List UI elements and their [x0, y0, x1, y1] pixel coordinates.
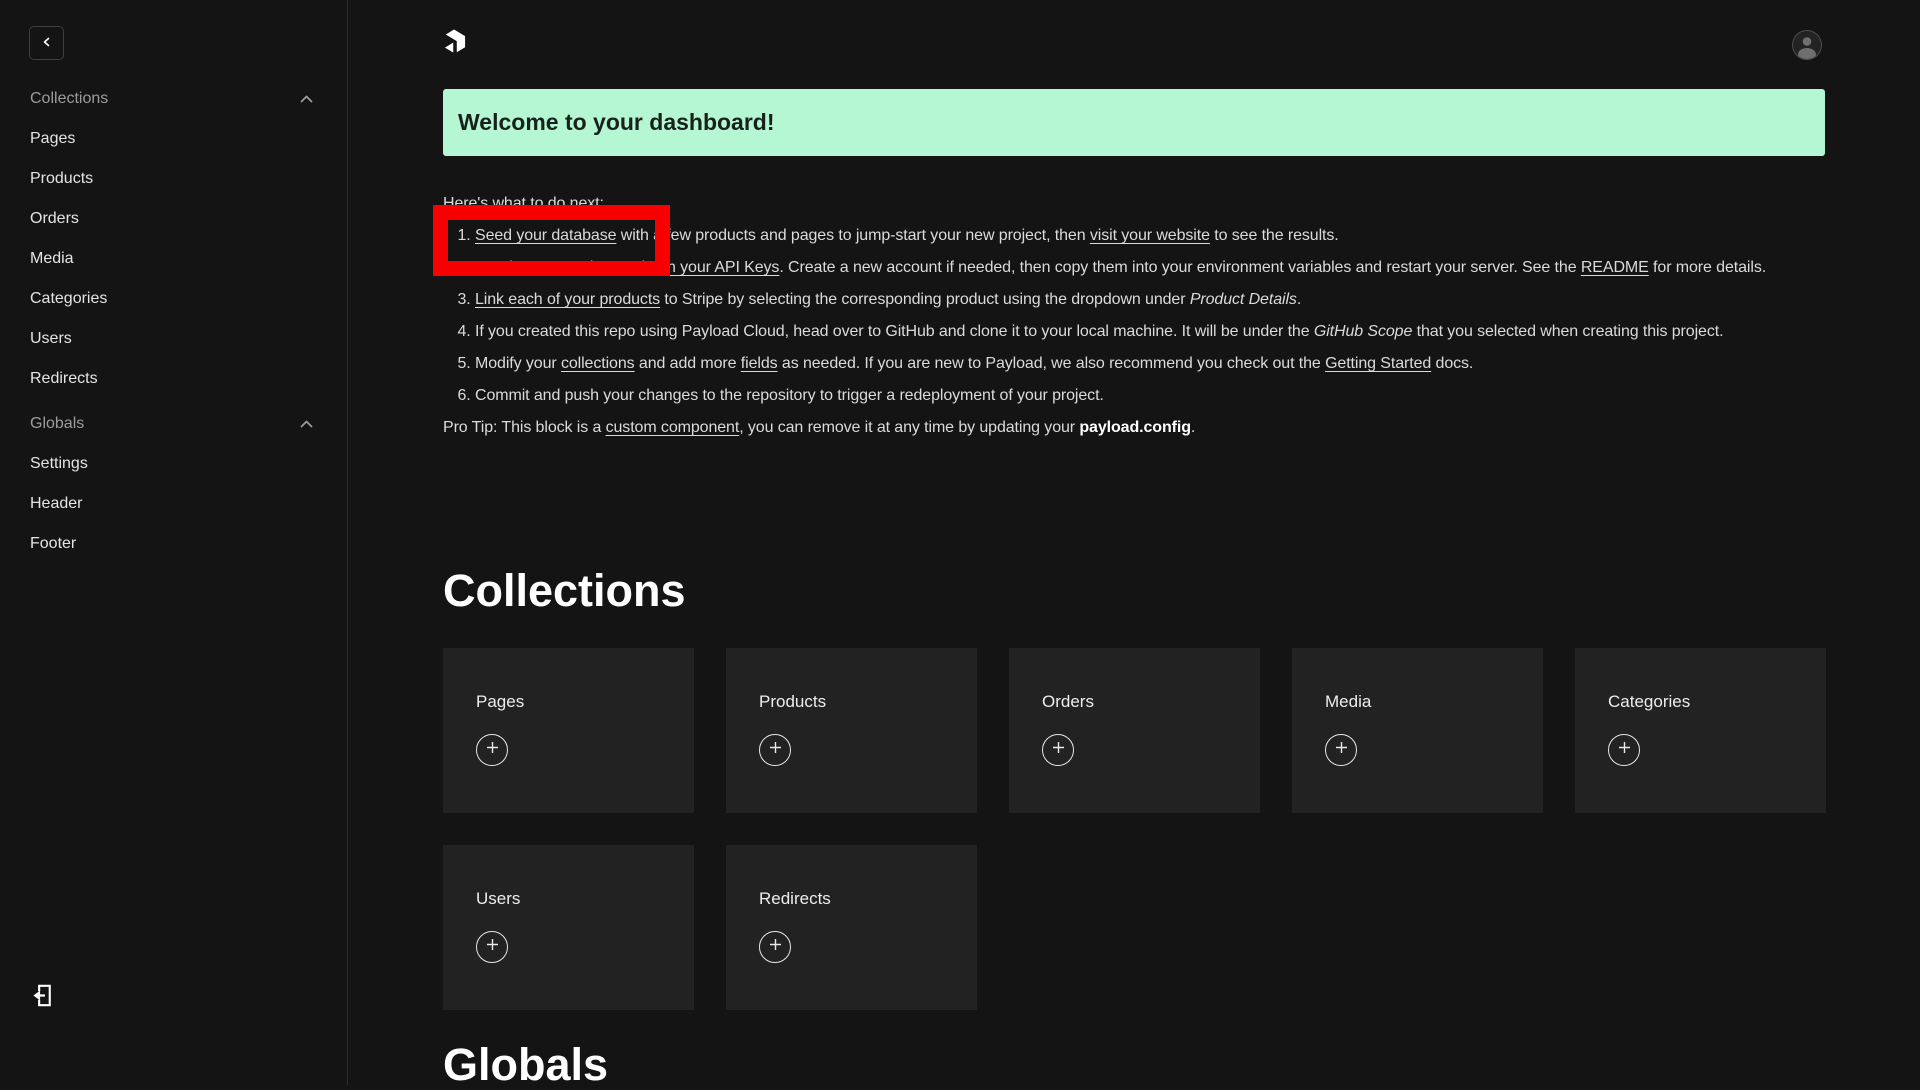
nav-section-globals[interactable]: Globals: [30, 404, 313, 444]
visit-website-link[interactable]: visit your website: [1090, 227, 1210, 244]
step-text: as needed. If you are new to Payload, we…: [778, 355, 1326, 372]
step-text: that you selected when creating this pro…: [1412, 323, 1723, 340]
link-products-link[interactable]: Link each of your products: [475, 291, 660, 308]
card-title: Products: [759, 692, 944, 712]
globals-heading: Globals: [443, 1041, 608, 1089]
step-text: to Stripe by selecting the corresponding…: [660, 291, 1190, 308]
protip-text: .: [1191, 419, 1195, 436]
readme-link[interactable]: README: [1581, 259, 1649, 276]
section-label-globals: Globals: [30, 415, 84, 433]
collection-card-categories[interactable]: Categories: [1575, 648, 1826, 813]
protip-text: Pro Tip: This block is a: [443, 419, 606, 436]
sidebar-item-redirects[interactable]: Redirects: [30, 359, 313, 399]
collections-grid: Pages Products Orders Media Categories U…: [443, 648, 1826, 1010]
step-text: with a few products and pages to jump-st…: [616, 227, 1089, 244]
create-new-button[interactable]: [759, 931, 791, 963]
step-text: Modify your: [475, 355, 561, 372]
sidebar-collapse-button[interactable]: [29, 26, 64, 60]
chevron-left-icon: [41, 36, 53, 51]
nav-section-collections[interactable]: Collections: [30, 79, 313, 119]
sidebar-item-header[interactable]: Header: [30, 484, 313, 524]
sidebar-item-media[interactable]: Media: [30, 239, 313, 279]
github-scope-emphasis: GitHub Scope: [1314, 323, 1412, 340]
welcome-banner: Welcome to your dashboard!: [443, 89, 1825, 156]
collection-card-products[interactable]: Products: [726, 648, 977, 813]
step-text: docs.: [1431, 355, 1473, 372]
plus-icon: [486, 938, 499, 956]
sidebar-item-pages[interactable]: Pages: [30, 119, 313, 159]
collection-card-pages[interactable]: Pages: [443, 648, 694, 813]
card-title: Users: [476, 889, 661, 909]
card-title: Categories: [1608, 692, 1793, 712]
card-title: Media: [1325, 692, 1510, 712]
sidebar-item-categories[interactable]: Categories: [30, 279, 313, 319]
create-new-button[interactable]: [1325, 734, 1357, 766]
collection-card-redirects[interactable]: Redirects: [726, 845, 977, 1010]
plus-icon: [769, 938, 782, 956]
sidebar-item-footer[interactable]: Footer: [30, 524, 313, 564]
sidebar-item-users[interactable]: Users: [30, 319, 313, 359]
step-item-5: Modify your collections and add more fie…: [475, 348, 1825, 380]
sidebar-item-orders[interactable]: Orders: [30, 199, 313, 239]
step-item-1: Seed your database with a few products a…: [475, 220, 1825, 252]
step-item-2: Head over to Stripe to obtain your API K…: [475, 252, 1825, 284]
plus-icon: [1052, 741, 1065, 759]
protip-text: , you can remove it at any time by updat…: [739, 419, 1079, 436]
product-details-emphasis: Product Details: [1190, 291, 1297, 308]
account-avatar-button[interactable]: [1792, 30, 1822, 60]
step-text: . Create a new account if needed, then c…: [779, 259, 1581, 276]
logout-icon: [30, 982, 56, 1014]
payload-config-bold: payload.config: [1079, 419, 1191, 436]
card-title: Pages: [476, 692, 661, 712]
step-text: to see the results.: [1210, 227, 1339, 244]
sidebar-item-settings[interactable]: Settings: [30, 444, 313, 484]
plus-icon: [1335, 741, 1348, 759]
user-icon: [1793, 46, 1821, 60]
step-item-6: Commit and push your changes to the repo…: [475, 380, 1825, 412]
create-new-button[interactable]: [759, 734, 791, 766]
collection-card-media[interactable]: Media: [1292, 648, 1543, 813]
sidebar-nav: Collections Pages Products Orders Media …: [30, 79, 313, 564]
collection-card-users[interactable]: Users: [443, 845, 694, 1010]
card-title: Orders: [1042, 692, 1227, 712]
section-label-collections: Collections: [30, 90, 108, 108]
plus-icon: [486, 741, 499, 759]
step-text: for more details.: [1649, 259, 1766, 276]
step-text: .: [1297, 291, 1301, 308]
sidebar-item-products[interactable]: Products: [30, 159, 313, 199]
welcome-banner-text: Welcome to your dashboard!: [458, 109, 775, 136]
create-new-button[interactable]: [476, 931, 508, 963]
collections-link[interactable]: collections: [561, 355, 635, 372]
getting-started-link[interactable]: Getting Started: [1325, 355, 1431, 372]
dashboard-page: { "colors": { "page_bg": "#141414", "car…: [0, 0, 1920, 1085]
card-title: Redirects: [759, 889, 944, 909]
chevron-up-icon: [300, 90, 313, 108]
step-text: Commit and push your changes to the repo…: [475, 387, 1104, 404]
step-item-4: If you created this repo using Payload C…: [475, 316, 1825, 348]
step-text: If you created this repo using Payload C…: [475, 323, 1314, 340]
step-item-3: Link each of your products to Stripe by …: [475, 284, 1825, 316]
collections-heading: Collections: [443, 567, 686, 615]
chevron-up-icon: [300, 415, 313, 433]
create-new-button[interactable]: [1608, 734, 1640, 766]
collection-card-orders[interactable]: Orders: [1009, 648, 1260, 813]
create-new-button[interactable]: [476, 734, 508, 766]
red-annotation-box: [433, 205, 670, 276]
plus-icon: [1618, 741, 1631, 759]
create-new-button[interactable]: [1042, 734, 1074, 766]
fields-link[interactable]: fields: [741, 355, 778, 372]
step-text: and add more: [635, 355, 741, 372]
custom-component-link[interactable]: custom component: [606, 419, 740, 436]
payload-logo-icon: [443, 28, 467, 55]
plus-icon: [769, 741, 782, 759]
pro-tip: Pro Tip: This block is a custom componen…: [443, 412, 1825, 444]
logout-button[interactable]: [28, 983, 58, 1013]
sidebar: Collections Pages Products Orders Media …: [0, 0, 348, 1085]
